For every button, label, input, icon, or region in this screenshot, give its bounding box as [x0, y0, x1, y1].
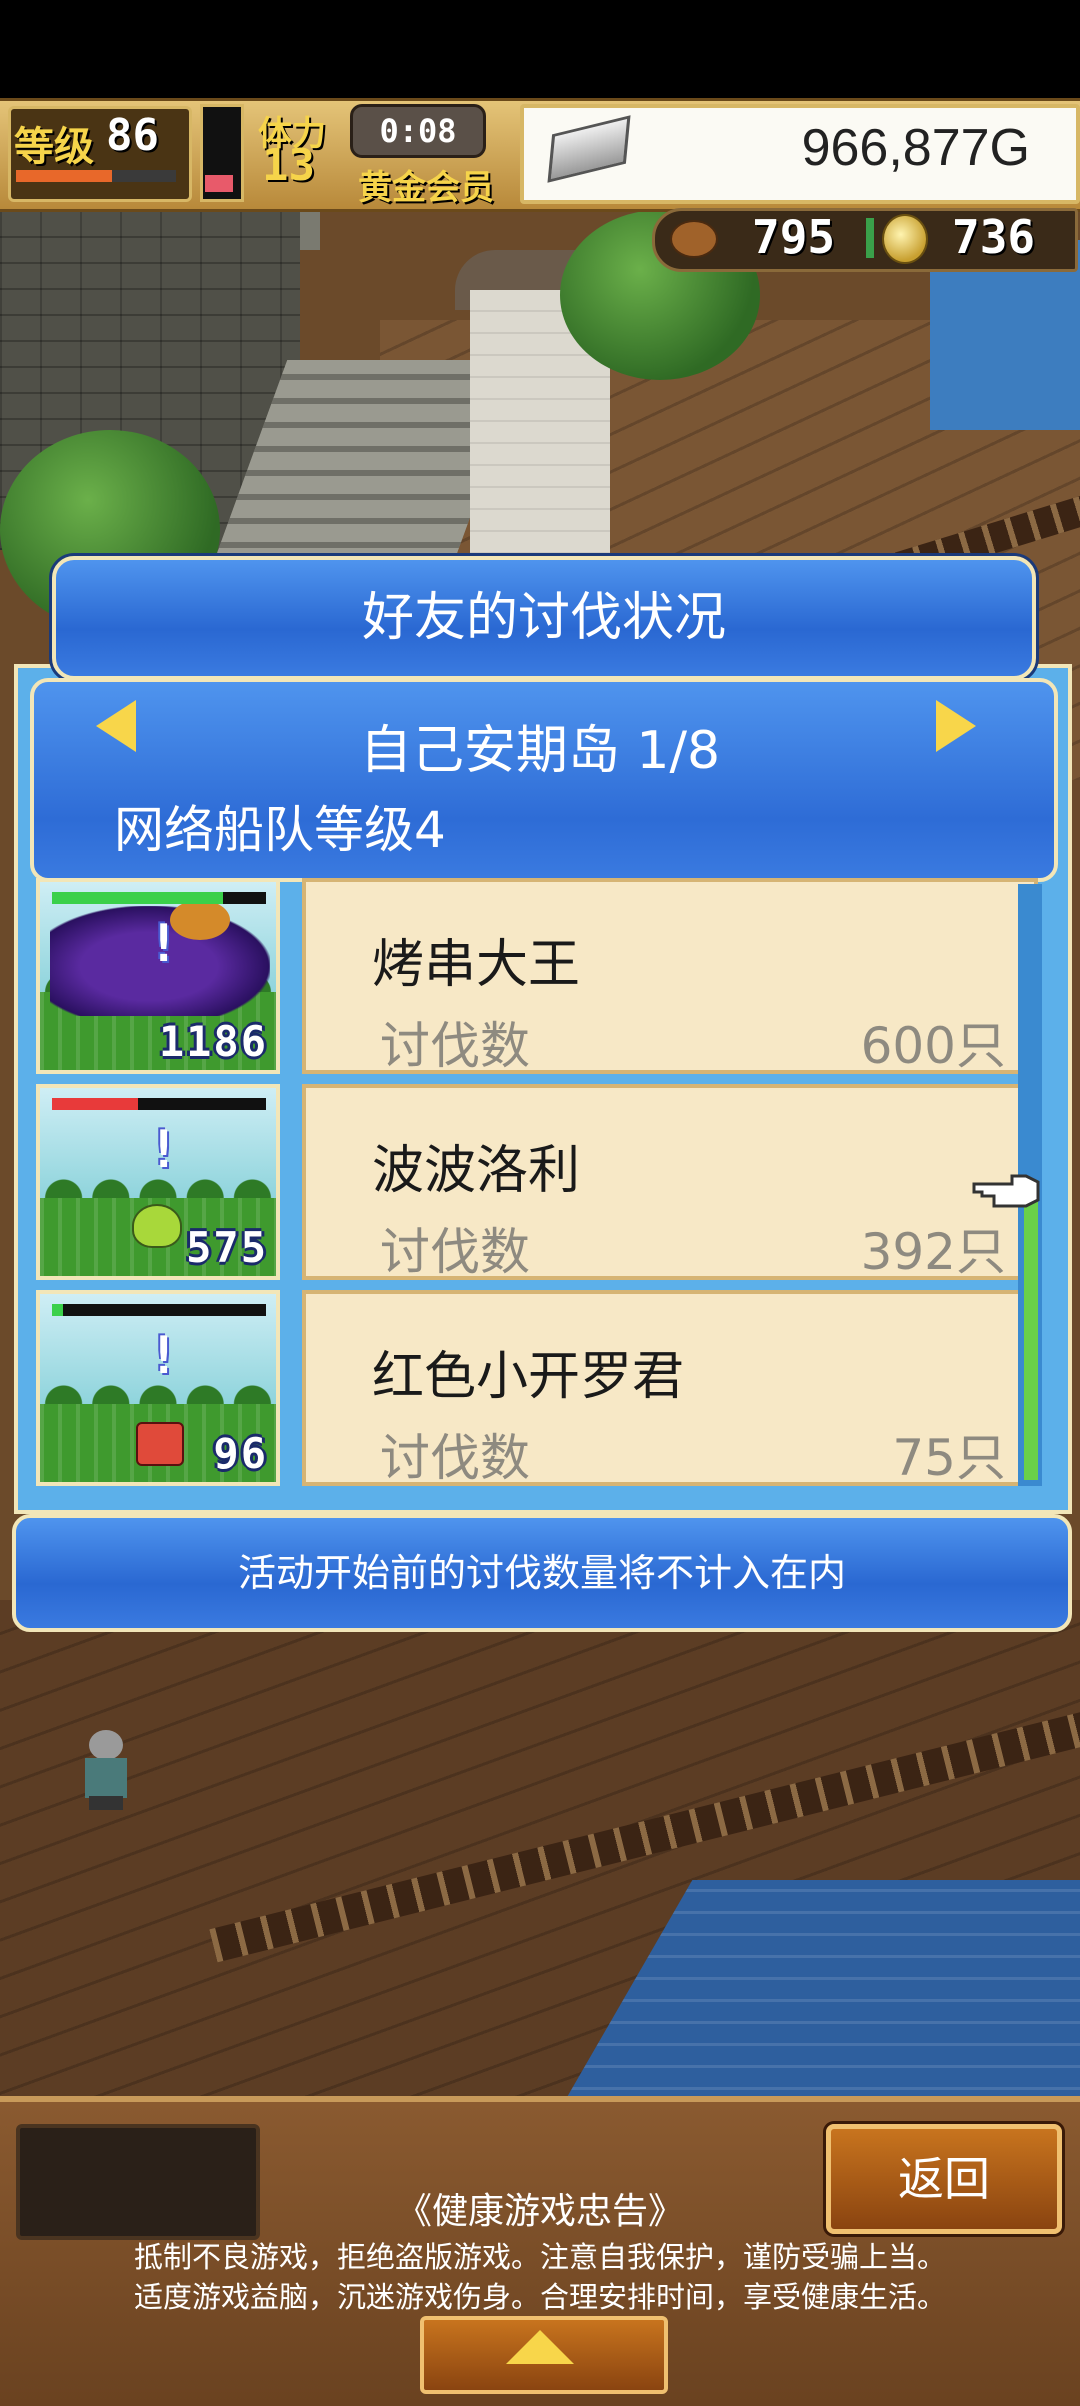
kills-count: 600只 [860, 1017, 1006, 1075]
pointing-hand-icon [972, 1174, 1040, 1208]
membership-badge[interactable]: 黄金会员 [358, 160, 494, 209]
health-notice-line: 抵制不良游戏，拒绝盗版游戏。注意自我保护，谨防受骗上当。 [133, 2240, 946, 2274]
monster-hp-fill [52, 892, 224, 904]
character-body [85, 1758, 127, 1798]
kills-label: 讨伐数 [380, 1429, 530, 1487]
notice-banner: 活动开始前的讨伐数量将不计入在内 [12, 1514, 1072, 1632]
boss-claw-icon [170, 900, 230, 940]
kills-label: 讨伐数 [380, 1017, 530, 1075]
character-legs [89, 1796, 123, 1810]
meat-icon [670, 220, 718, 258]
level-label: 等级 [14, 124, 94, 170]
friend-row[interactable]: ! 96 红色小开罗君 讨伐数 75只 [36, 1290, 1038, 1490]
up-arrow-icon [506, 2330, 574, 2364]
crew-character[interactable] [75, 1730, 135, 1810]
friend-row[interactable]: ! 575 波波洛利 讨伐数 392只 [36, 1084, 1038, 1284]
next-island-arrow-icon[interactable] [936, 700, 976, 752]
level-value: 86 [106, 110, 159, 161]
kills-count: 392只 [860, 1223, 1006, 1281]
exclamation-icon: ! [148, 914, 180, 974]
monster-number: 1186 [158, 1017, 268, 1066]
friend-name: 烤串大王 [372, 935, 581, 995]
friend-name: 波波洛利 [372, 1141, 581, 1201]
fleet-level: 网络船队等级4 [114, 801, 446, 859]
friend-card: 烤串大王 讨伐数 600只 [302, 878, 1038, 1075]
kills-label: 讨伐数 [380, 1223, 530, 1281]
health-notice-title: 《健康游戏忠告》 [395, 2191, 684, 2232]
character-head [89, 1730, 123, 1760]
monster-number: 575 [186, 1223, 268, 1272]
stamina-gauge-fill [205, 175, 233, 192]
friend-thumbnail: ! 575 [36, 1084, 280, 1280]
friend-row[interactable]: ! 1186 烤串大王 讨伐数 600只 [36, 878, 1038, 1078]
medal-count: 736 [952, 210, 1036, 264]
monster-hp-bar [52, 1304, 266, 1316]
monster-hp-fill [52, 1304, 63, 1316]
experience-bar-fill [16, 170, 112, 182]
friend-card: 波波洛利 讨伐数 392只 [302, 1084, 1038, 1281]
friend-card: 红色小开罗君 讨伐数 75只 [302, 1290, 1038, 1487]
friend-thumbnail: ! 96 [36, 1290, 280, 1486]
island-name: 自己安期岛 1/8 [359, 721, 721, 781]
stamina-value: 13 [262, 140, 315, 191]
meat-count: 795 [752, 210, 836, 264]
friend-list: ! 1186 烤串大王 讨伐数 600只 ! 575 波波洛利 讨伐数 392只 [36, 878, 1038, 1490]
kills-count: 75只 [892, 1429, 1006, 1487]
list-scroll-thumb[interactable] [1024, 1180, 1038, 1480]
monster-hp-fill [52, 1098, 138, 1110]
stamina-timer: 0:08 [350, 104, 486, 158]
friend-thumbnail: ! 1186 [36, 878, 280, 1074]
resource-divider [866, 218, 874, 258]
exclamation-icon: ! [148, 1120, 180, 1180]
slime-monster-icon [132, 1204, 182, 1248]
red-monster-icon [136, 1422, 184, 1466]
money-amount: 966,877G [801, 119, 1030, 177]
exclamation-icon: ! [148, 1326, 180, 1386]
prev-island-arrow-icon[interactable] [96, 700, 136, 752]
friend-name: 红色小开罗君 [372, 1347, 685, 1407]
dialog-title: 好友的讨伐状况 [52, 556, 1036, 680]
monster-number: 96 [213, 1429, 268, 1478]
health-notice-line: 适度游戏益脑，沉迷游戏伤身。合理安排时间，享受健康生活。 [133, 2280, 946, 2314]
medal-coin-icon [882, 214, 928, 264]
